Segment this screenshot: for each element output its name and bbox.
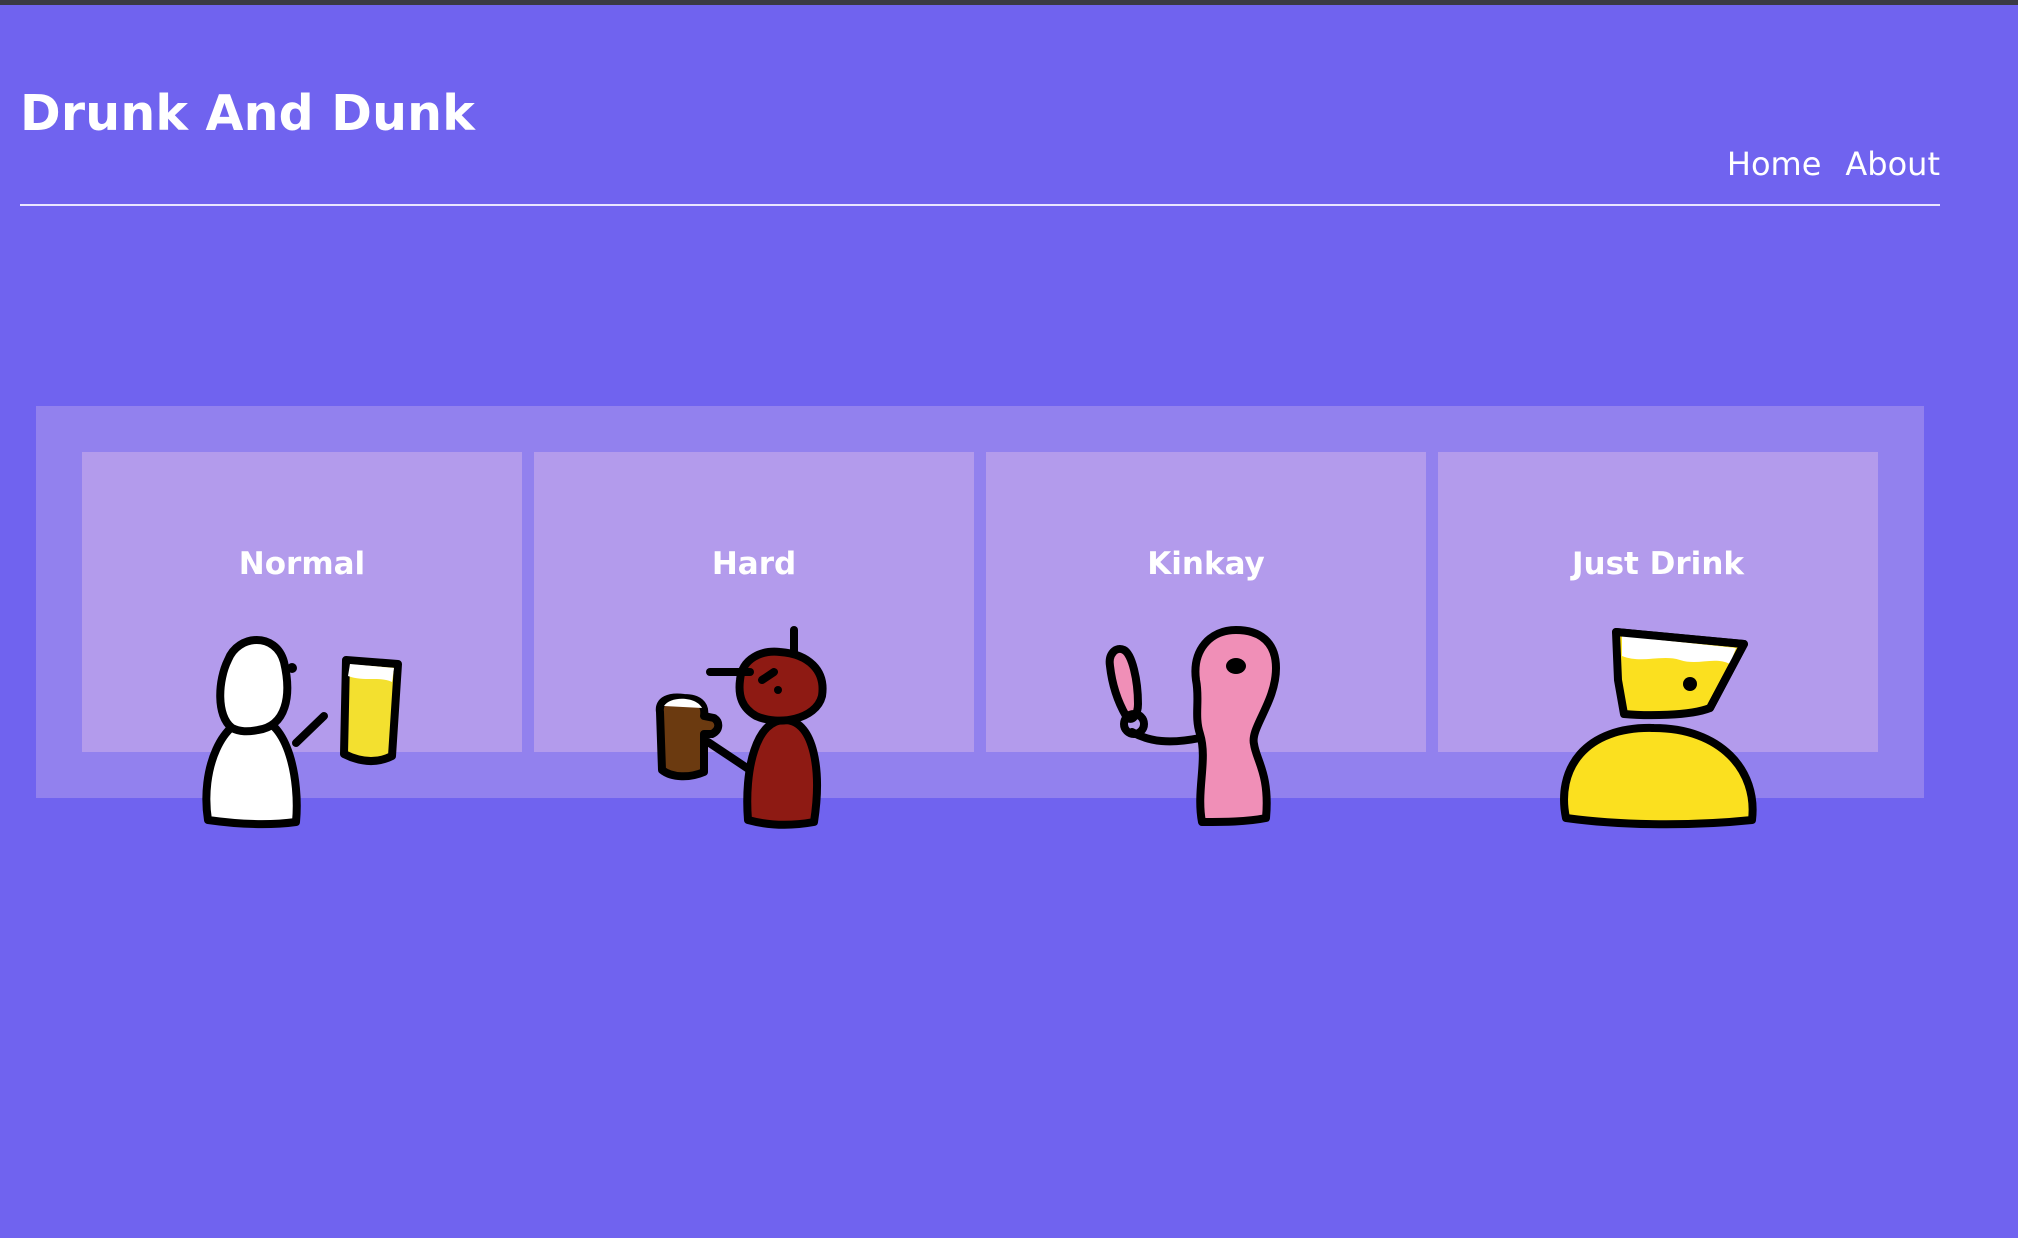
nav-home-link[interactable]: Home: [1727, 142, 1822, 186]
site-title: Drunk And Dunk: [20, 85, 476, 142]
nav-about-link[interactable]: About: [1845, 142, 1940, 186]
red-blob-with-mug-icon: [655, 626, 827, 829]
window-top-border: [0, 0, 2018, 5]
mode-card-title: Kinkay: [1147, 546, 1265, 582]
main-nav: Home About: [1727, 142, 1940, 186]
header-divider: [20, 204, 1940, 206]
mode-card-title: Hard: [711, 546, 797, 582]
pink-blob-with-paddle-icon: [1105, 626, 1280, 826]
yellow-blob-with-glass-icon: [1560, 628, 1757, 829]
mode-card-title: Normal: [238, 546, 366, 582]
mode-card-title: Just Drink: [1572, 546, 1744, 582]
white-blob-with-beer-icon: [202, 636, 402, 829]
